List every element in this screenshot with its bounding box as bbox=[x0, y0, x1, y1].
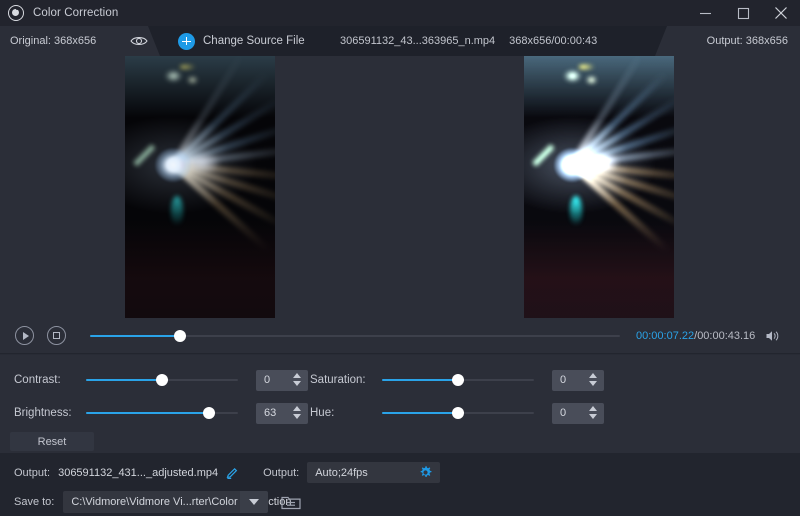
hue-value: 0 bbox=[560, 407, 566, 419]
stepper-down-icon[interactable] bbox=[589, 414, 597, 419]
stepper-up-icon[interactable] bbox=[589, 373, 597, 378]
change-source-file-button[interactable]: Change Source File bbox=[178, 26, 305, 56]
save-path-field[interactable]: C:\Vidmore\Vidmore Vi...rter\Color Corre… bbox=[63, 491, 240, 513]
hue-stepper-arrows[interactable] bbox=[589, 406, 597, 419]
stepper-down-icon[interactable] bbox=[293, 381, 301, 386]
page-title: Color Correction bbox=[33, 7, 118, 19]
saturation-value: 0 bbox=[560, 374, 566, 386]
output-file-row: Output: 306591132_431..._adjusted.mp4 Ou… bbox=[14, 462, 440, 483]
brightness-stepper[interactable]: 63 bbox=[256, 403, 308, 424]
brightness-fill bbox=[86, 412, 209, 414]
contrast-label: Contrast: bbox=[14, 374, 86, 386]
contrast-stepper-arrows[interactable] bbox=[293, 373, 301, 386]
adjustment-panel: Contrast: 0 Brightness: bbox=[0, 355, 800, 453]
source-meta: 306591132_43...363965_n.mp4 368x656/00:0… bbox=[340, 26, 597, 56]
source-resolution-duration: 368x656/00:00:43 bbox=[509, 35, 597, 47]
contrast-slider[interactable] bbox=[86, 373, 238, 387]
output-file-name: 306591132_431..._adjusted.mp4 bbox=[58, 467, 218, 479]
minimize-icon[interactable] bbox=[686, 0, 724, 26]
eye-icon[interactable] bbox=[130, 33, 148, 49]
source-file-name: 306591132_43...363965_n.mp4 bbox=[340, 35, 495, 47]
save-to-label: Save to: bbox=[14, 496, 54, 508]
contrast-value: 0 bbox=[264, 374, 270, 386]
volume-icon[interactable] bbox=[765, 329, 781, 343]
timeline-slider[interactable] bbox=[90, 329, 620, 343]
brightness-control: Brightness: 63 bbox=[14, 402, 308, 424]
reset-button[interactable]: Reset bbox=[10, 432, 94, 451]
save-to-row: Save to: C:\Vidmore\Vidmore Vi...rter\Co… bbox=[14, 491, 303, 513]
output-file-label: Output: bbox=[14, 467, 50, 479]
plus-circle-icon bbox=[178, 33, 195, 50]
stepper-down-icon[interactable] bbox=[589, 381, 597, 386]
brightness-label: Brightness: bbox=[14, 407, 86, 419]
browse-folder-button[interactable] bbox=[279, 492, 303, 512]
saturation-stepper[interactable]: 0 bbox=[552, 370, 604, 391]
original-preview-pane bbox=[0, 56, 400, 318]
tab-original-label: Original: 368x656 bbox=[10, 35, 96, 47]
original-video-frame[interactable] bbox=[125, 56, 275, 318]
play-icon[interactable] bbox=[15, 326, 34, 345]
brightness-value: 63 bbox=[264, 407, 276, 419]
pencil-icon[interactable] bbox=[225, 466, 239, 480]
contrast-stepper[interactable]: 0 bbox=[256, 370, 308, 391]
color-correction-window: Color Correction Original: 368x656 bbox=[0, 0, 800, 516]
time-readout: 00:00:07.22/00:00:43.16 bbox=[636, 330, 755, 342]
stepper-up-icon[interactable] bbox=[589, 406, 597, 411]
stepper-up-icon[interactable] bbox=[293, 406, 301, 411]
timeline-fill bbox=[90, 335, 180, 337]
preview-tab-strip: Original: 368x656 Change Source File 306… bbox=[0, 26, 800, 56]
output-format-value: Auto;24fps bbox=[315, 467, 368, 479]
hue-slider[interactable] bbox=[382, 406, 534, 420]
contrast-thumb[interactable] bbox=[156, 374, 168, 386]
output-format-label: Output: bbox=[263, 467, 299, 479]
maximize-icon[interactable] bbox=[724, 0, 762, 26]
hue-fill bbox=[382, 412, 458, 414]
saturation-thumb[interactable] bbox=[452, 374, 464, 386]
stop-icon[interactable] bbox=[47, 326, 66, 345]
current-time: 00:00:07.22 bbox=[636, 330, 694, 342]
close-icon[interactable] bbox=[762, 0, 800, 26]
tab-output-label: Output: 368x656 bbox=[707, 35, 788, 47]
brightness-stepper-arrows[interactable] bbox=[293, 406, 301, 419]
output-format-field[interactable]: Auto;24fps bbox=[307, 462, 440, 483]
hue-stepper[interactable]: 0 bbox=[552, 403, 604, 424]
total-time: 00:00:43.16 bbox=[697, 330, 755, 342]
preview-stage bbox=[0, 56, 800, 318]
save-path-dropdown[interactable] bbox=[240, 491, 268, 513]
hue-label: Hue: bbox=[310, 407, 382, 419]
saturation-fill bbox=[382, 379, 458, 381]
output-bar: Output: 306591132_431..._adjusted.mp4 Ou… bbox=[0, 453, 800, 516]
saturation-control: Saturation: 0 bbox=[310, 369, 604, 391]
saturation-slider[interactable] bbox=[382, 373, 534, 387]
chevron-down-icon bbox=[249, 499, 259, 505]
gear-icon[interactable] bbox=[418, 465, 433, 485]
hue-thumb[interactable] bbox=[452, 407, 464, 419]
transport-bar: 00:00:07.22/00:00:43.16 bbox=[0, 318, 800, 354]
output-format-group: Output: Auto;24fps bbox=[263, 462, 440, 483]
brightness-thumb[interactable] bbox=[203, 407, 215, 419]
contrast-fill bbox=[86, 379, 162, 381]
output-preview-pane bbox=[400, 56, 800, 318]
tab-output[interactable]: Output: 368x656 bbox=[655, 26, 800, 56]
hue-control: Hue: 0 bbox=[310, 402, 604, 424]
output-video-frame[interactable] bbox=[524, 56, 674, 318]
stepper-up-icon[interactable] bbox=[293, 373, 301, 378]
color-correction-icon bbox=[8, 5, 24, 21]
title-bar: Color Correction bbox=[0, 0, 800, 26]
timeline-thumb[interactable] bbox=[174, 330, 186, 342]
window-controls bbox=[686, 0, 800, 26]
saturation-stepper-arrows[interactable] bbox=[589, 373, 597, 386]
contrast-control: Contrast: 0 bbox=[14, 369, 308, 391]
change-source-file-label: Change Source File bbox=[203, 35, 305, 47]
brightness-slider[interactable] bbox=[86, 406, 238, 420]
saturation-label: Saturation: bbox=[310, 374, 382, 386]
stepper-down-icon[interactable] bbox=[293, 414, 301, 419]
